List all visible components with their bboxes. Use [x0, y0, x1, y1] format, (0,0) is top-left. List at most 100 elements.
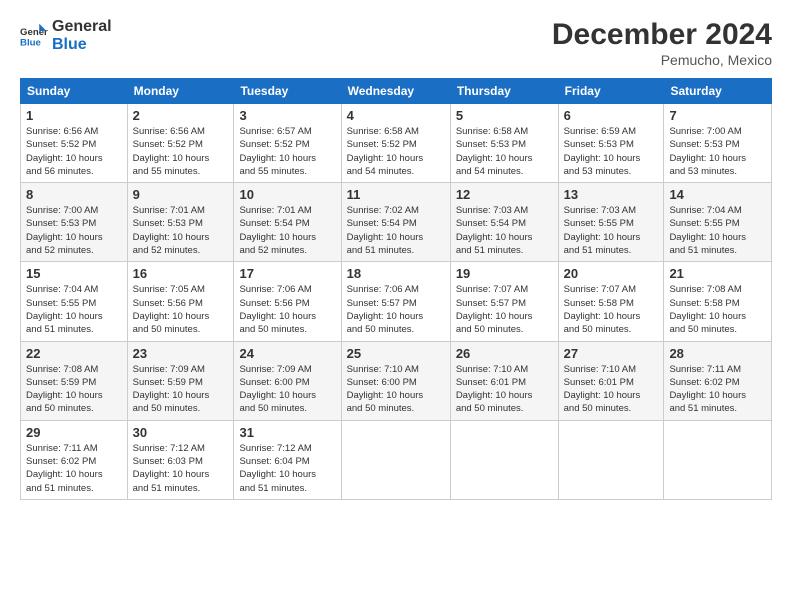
- calendar-cell: 25 Sunrise: 7:10 AMSunset: 6:00 PMDayligh…: [341, 341, 450, 420]
- calendar-cell: [450, 420, 558, 499]
- day-number: 24: [239, 346, 335, 361]
- weekday-header-sunday: Sunday: [21, 79, 128, 104]
- calendar-cell: 2Sunrise: 6:56 AMSunset: 5:52 PMDaylight…: [127, 104, 234, 183]
- day-number: 6: [564, 108, 659, 123]
- calendar-cell: 10 Sunrise: 7:01 AMSunset: 5:54 PMDayligh…: [234, 183, 341, 262]
- day-info: Sunrise: 7:10 AMSunset: 6:00 PMDaylight:…: [347, 363, 445, 416]
- day-number: 30: [133, 425, 229, 440]
- day-info: Sunrise: 6:58 AMSunset: 5:52 PMDaylight:…: [347, 125, 445, 178]
- day-number: 10: [239, 187, 335, 202]
- day-info: Sunrise: 7:09 AMSunset: 5:59 PMDaylight:…: [133, 363, 229, 416]
- calendar-cell: 23 Sunrise: 7:09 AMSunset: 5:59 PMDayligh…: [127, 341, 234, 420]
- day-info: Sunrise: 7:03 AMSunset: 5:54 PMDaylight:…: [456, 204, 553, 257]
- day-number: 1: [26, 108, 122, 123]
- day-number: 29: [26, 425, 122, 440]
- day-info: Sunrise: 7:01 AMSunset: 5:54 PMDaylight:…: [239, 204, 335, 257]
- month-title: December 2024: [552, 18, 772, 52]
- day-info: Sunrise: 7:10 AMSunset: 6:01 PMDaylight:…: [456, 363, 553, 416]
- calendar-cell: 14 Sunrise: 7:04 AMSunset: 5:55 PMDayligh…: [664, 183, 772, 262]
- day-number: 13: [564, 187, 659, 202]
- day-info: Sunrise: 7:02 AMSunset: 5:54 PMDaylight:…: [347, 204, 445, 257]
- calendar-cell: 1 Sunrise: 6:56 AMSunset: 5:52 PMDaylight…: [21, 104, 128, 183]
- day-info: Sunrise: 6:56 AMSunset: 5:52 PMDaylight:…: [133, 125, 229, 178]
- day-number: 3: [239, 108, 335, 123]
- day-number: 9: [133, 187, 229, 202]
- logo-line1: General: [52, 18, 112, 36]
- calendar-cell: 29 Sunrise: 7:11 AMSunset: 6:02 PMDayligh…: [21, 420, 128, 499]
- calendar-cell: 27Sunrise: 7:10 AMSunset: 6:01 PMDayligh…: [558, 341, 664, 420]
- weekday-header-wednesday: Wednesday: [341, 79, 450, 104]
- weekday-header-saturday: Saturday: [664, 79, 772, 104]
- calendar-cell: 18 Sunrise: 7:06 AMSunset: 5:57 PMDayligh…: [341, 262, 450, 341]
- day-number: 15: [26, 266, 122, 281]
- day-info: Sunrise: 7:01 AMSunset: 5:53 PMDaylight:…: [133, 204, 229, 257]
- day-number: 4: [347, 108, 445, 123]
- day-number: 25: [347, 346, 445, 361]
- calendar-cell: 12Sunrise: 7:03 AMSunset: 5:54 PMDayligh…: [450, 183, 558, 262]
- page: General Blue General Blue December 2024 …: [0, 0, 792, 612]
- day-info: Sunrise: 7:09 AMSunset: 6:00 PMDaylight:…: [239, 363, 335, 416]
- day-number: 8: [26, 187, 122, 202]
- day-number: 14: [669, 187, 766, 202]
- day-number: 21: [669, 266, 766, 281]
- calendar-cell: 26 Sunrise: 7:10 AMSunset: 6:01 PMDayligh…: [450, 341, 558, 420]
- day-number: 17: [239, 266, 335, 281]
- calendar-cell: 20 Sunrise: 7:07 AMSunset: 5:58 PMDayligh…: [558, 262, 664, 341]
- day-number: 19: [456, 266, 553, 281]
- calendar-cell: 30Sunrise: 7:12 AMSunset: 6:03 PMDayligh…: [127, 420, 234, 499]
- calendar-cell: 16 Sunrise: 7:05 AMSunset: 5:56 PMDayligh…: [127, 262, 234, 341]
- calendar-cell: 15 Sunrise: 7:04 AMSunset: 5:55 PMDayligh…: [21, 262, 128, 341]
- day-info: Sunrise: 7:08 AMSunset: 5:59 PMDaylight:…: [26, 363, 122, 416]
- calendar-cell: [558, 420, 664, 499]
- day-info: Sunrise: 7:07 AMSunset: 5:58 PMDaylight:…: [564, 283, 659, 336]
- calendar-cell: 17 Sunrise: 7:06 AMSunset: 5:56 PMDayligh…: [234, 262, 341, 341]
- day-number: 16: [133, 266, 229, 281]
- day-info: Sunrise: 6:57 AMSunset: 5:52 PMDaylight:…: [239, 125, 335, 178]
- day-info: Sunrise: 7:07 AMSunset: 5:57 PMDaylight:…: [456, 283, 553, 336]
- calendar-cell: 21 Sunrise: 7:08 AMSunset: 5:58 PMDayligh…: [664, 262, 772, 341]
- weekday-header-tuesday: Tuesday: [234, 79, 341, 104]
- day-number: 28: [669, 346, 766, 361]
- day-info: Sunrise: 7:04 AMSunset: 5:55 PMDaylight:…: [669, 204, 766, 257]
- calendar-cell: 3 Sunrise: 6:57 AMSunset: 5:52 PMDaylight…: [234, 104, 341, 183]
- day-info: Sunrise: 6:56 AMSunset: 5:52 PMDaylight:…: [26, 125, 122, 178]
- day-info: Sunrise: 7:00 AMSunset: 5:53 PMDaylight:…: [26, 204, 122, 257]
- calendar-cell: 31 Sunrise: 7:12 AMSunset: 6:04 PMDayligh…: [234, 420, 341, 499]
- day-info: Sunrise: 7:06 AMSunset: 5:57 PMDaylight:…: [347, 283, 445, 336]
- day-number: 18: [347, 266, 445, 281]
- weekday-header-friday: Friday: [558, 79, 664, 104]
- calendar-cell: 19 Sunrise: 7:07 AMSunset: 5:57 PMDayligh…: [450, 262, 558, 341]
- day-info: Sunrise: 7:11 AMSunset: 6:02 PMDaylight:…: [669, 363, 766, 416]
- day-info: Sunrise: 7:05 AMSunset: 5:56 PMDaylight:…: [133, 283, 229, 336]
- svg-text:Blue: Blue: [20, 38, 41, 49]
- header: General Blue General Blue December 2024 …: [20, 18, 772, 68]
- location-subtitle: Pemucho, Mexico: [552, 52, 772, 68]
- logo-line2: Blue: [52, 36, 112, 54]
- logo-icon: General Blue: [20, 22, 48, 50]
- day-info: Sunrise: 7:03 AMSunset: 5:55 PMDaylight:…: [564, 204, 659, 257]
- calendar-cell: 5Sunrise: 6:58 AMSunset: 5:53 PMDaylight…: [450, 104, 558, 183]
- day-number: 22: [26, 346, 122, 361]
- calendar-cell: 6 Sunrise: 6:59 AMSunset: 5:53 PMDaylight…: [558, 104, 664, 183]
- calendar-cell: [341, 420, 450, 499]
- day-number: 26: [456, 346, 553, 361]
- logo: General Blue General Blue: [20, 18, 112, 55]
- day-number: 31: [239, 425, 335, 440]
- calendar-cell: 9 Sunrise: 7:01 AMSunset: 5:53 PMDaylight…: [127, 183, 234, 262]
- calendar-cell: 22 Sunrise: 7:08 AMSunset: 5:59 PMDayligh…: [21, 341, 128, 420]
- day-info: Sunrise: 7:06 AMSunset: 5:56 PMDaylight:…: [239, 283, 335, 336]
- day-info: Sunrise: 7:11 AMSunset: 6:02 PMDaylight:…: [26, 442, 122, 495]
- day-number: 11: [347, 187, 445, 202]
- calendar-cell: 7Sunrise: 7:00 AMSunset: 5:53 PMDaylight…: [664, 104, 772, 183]
- calendar-cell: 11 Sunrise: 7:02 AMSunset: 5:54 PMDayligh…: [341, 183, 450, 262]
- day-number: 7: [669, 108, 766, 123]
- calendar-cell: 4 Sunrise: 6:58 AMSunset: 5:52 PMDaylight…: [341, 104, 450, 183]
- day-info: Sunrise: 7:08 AMSunset: 5:58 PMDaylight:…: [669, 283, 766, 336]
- day-info: Sunrise: 7:12 AMSunset: 6:04 PMDaylight:…: [239, 442, 335, 495]
- weekday-header-thursday: Thursday: [450, 79, 558, 104]
- calendar-cell: [664, 420, 772, 499]
- day-info: Sunrise: 7:04 AMSunset: 5:55 PMDaylight:…: [26, 283, 122, 336]
- day-number: 23: [133, 346, 229, 361]
- day-info: Sunrise: 6:59 AMSunset: 5:53 PMDaylight:…: [564, 125, 659, 178]
- day-number: 20: [564, 266, 659, 281]
